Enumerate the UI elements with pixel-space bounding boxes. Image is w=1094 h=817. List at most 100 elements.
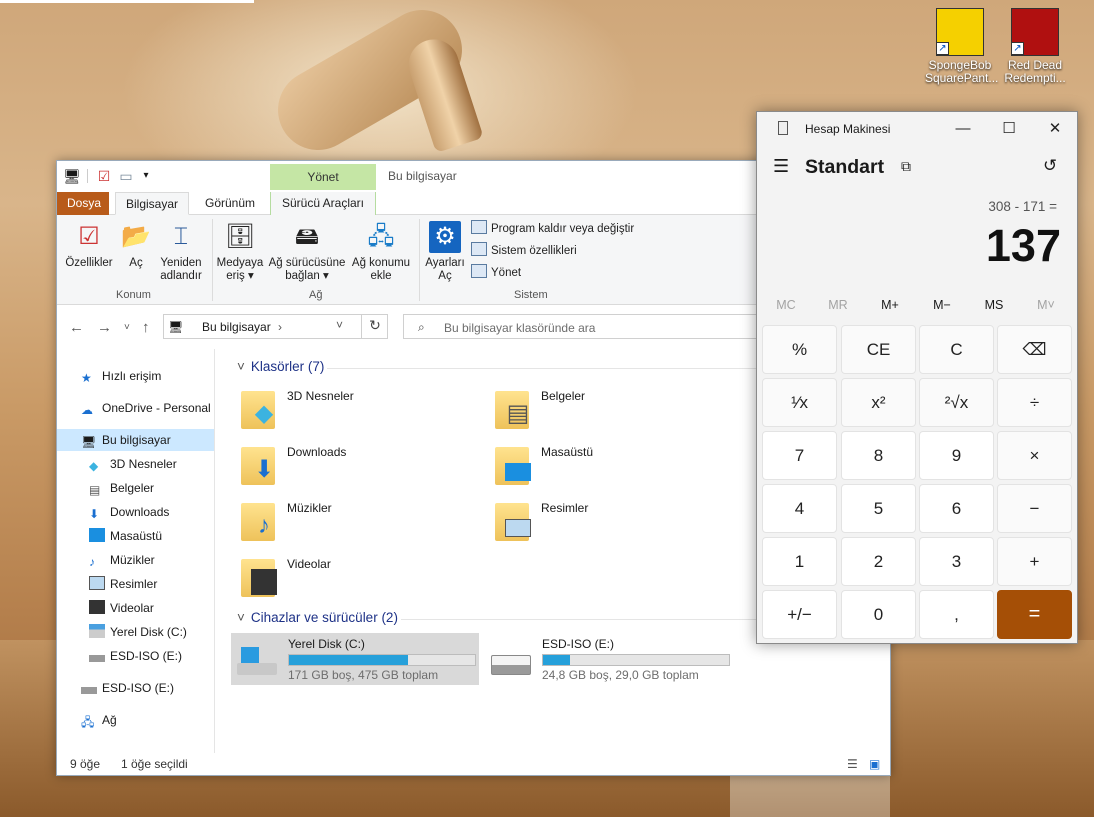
nav-esd-iso-child[interactable]: ESD-ISO (E:): [89, 645, 182, 667]
tab-bilgisayar[interactable]: Bilgisayar: [115, 192, 190, 215]
close-icon[interactable]: ✕: [1035, 118, 1075, 140]
memory-button-2[interactable]: M+: [864, 298, 916, 312]
cube-icon: ◆: [89, 459, 99, 473]
refresh-icon[interactable]: ↻: [361, 314, 388, 339]
calc-key-r3-c2[interactable]: 6: [919, 484, 994, 533]
nav-label: Bu bilgisayar: [102, 433, 171, 447]
calc-key-r1-c3[interactable]: ÷: [997, 378, 1072, 427]
drive-body: [237, 663, 277, 675]
memory-button-4[interactable]: MS: [968, 298, 1020, 312]
nav-this-pc[interactable]: 🖥 Bu bilgisayar: [57, 429, 214, 451]
nav-label: Belgeler: [110, 481, 155, 495]
calc-key-r4-c1[interactable]: 2: [841, 537, 916, 586]
manage-label: Yönet: [491, 267, 522, 279]
nav-music[interactable]: ♪ Müzikler: [89, 549, 155, 571]
calc-key-r1-c1[interactable]: x²: [841, 378, 916, 427]
group-separator: [212, 219, 213, 301]
media-access-button[interactable]: 🗄 Medyaya eriş ▾: [215, 221, 265, 283]
calc-key-r4-c3[interactable]: +: [997, 537, 1072, 586]
properties-check-icon[interactable]: ☑: [95, 167, 113, 185]
map-drive-button[interactable]: 🖴 Ağ sürücüsüne bağlan ▾: [267, 221, 347, 283]
add-network-location-button[interactable]: 🖧 Ağ konumu ekle: [349, 221, 413, 283]
folder-3d-objects[interactable]: ◆ 3D Nesneler: [241, 387, 471, 437]
calc-key-r2-c0[interactable]: 7: [762, 431, 837, 480]
forward-arrow-icon[interactable]: →: [97, 319, 112, 336]
calc-key-r5-c1[interactable]: 0: [841, 590, 916, 639]
calc-key-r3-c0[interactable]: 4: [762, 484, 837, 533]
tab-gorunum[interactable]: Görünüm: [195, 192, 265, 215]
back-arrow-icon[interactable]: ←: [69, 319, 84, 336]
system-properties-button[interactable]: Sistem özellikleri: [471, 241, 577, 261]
calc-key-r0-c2[interactable]: C: [919, 325, 994, 374]
nav-desktop[interactable]: Masaüstü: [89, 525, 162, 547]
system-properties-icon: [471, 242, 487, 256]
desktop-icon-spongebob[interactable]: ↗ SpongeBob SquarePant...: [925, 8, 998, 85]
folder-downloads[interactable]: ⬇ Downloads: [241, 443, 471, 493]
nav-onedrive[interactable]: ☁ OneDrive - Personal: [81, 397, 211, 419]
nav-documents[interactable]: ▤ Belgeler: [89, 477, 154, 499]
calc-key-r1-c0[interactable]: ¹⁄x: [762, 378, 837, 427]
memory-button-3[interactable]: M−: [916, 298, 968, 312]
uninstall-program-button[interactable]: Program kaldır veya değiştir: [471, 219, 634, 239]
maximize-icon[interactable]: ☐: [989, 118, 1029, 140]
drive-esd-iso-e[interactable]: ESD-ISO (E:) 24,8 GB boş, 29,0 GB toplam: [485, 633, 733, 685]
calc-key-r0-c0[interactable]: %: [762, 325, 837, 374]
open-settings-button[interactable]: ⚙ Ayarları Aç: [423, 221, 467, 283]
calc-key-r5-c3[interactable]: =: [997, 590, 1072, 639]
calc-key-r0-c3[interactable]: ⌫: [997, 325, 1072, 374]
nav-downloads[interactable]: ⬇ Downloads: [89, 501, 169, 523]
search-input[interactable]: ⌕ Bu bilgisayar klasöründe ara: [403, 314, 763, 339]
devices-section-header[interactable]: ˅ Cihazlar ve sürücüler (2): [237, 610, 398, 625]
folder-pictures[interactable]: Resimler: [495, 499, 725, 549]
nav-pictures[interactable]: Resimler: [89, 573, 157, 595]
minimize-icon[interactable]: —: [943, 118, 983, 140]
history-icon[interactable]: ↺: [1043, 156, 1057, 176]
nav-videos[interactable]: Videolar: [89, 597, 154, 619]
calc-key-r2-c1[interactable]: 8: [841, 431, 916, 480]
open-button[interactable]: 📂 Aç: [119, 221, 153, 270]
calc-key-r2-c2[interactable]: 9: [919, 431, 994, 480]
desktop-icon-red-dead[interactable]: ↗ Red Dead Redempti...: [1000, 8, 1070, 85]
large-icons-view-icon[interactable]: ▣: [869, 753, 880, 775]
calc-key-r1-c2[interactable]: ²√x: [919, 378, 994, 427]
calc-key-r0-c1[interactable]: CE: [841, 325, 916, 374]
memory-button-1[interactable]: MR: [812, 298, 864, 312]
tab-dosya[interactable]: Dosya: [57, 192, 109, 215]
folder-music[interactable]: ♪ Müzikler: [241, 499, 471, 549]
drive-icon: [89, 648, 105, 662]
folder-documents[interactable]: ▤ Belgeler: [495, 387, 725, 437]
address-box[interactable]: 🖥 Bu bilgisayar › ˅: [163, 314, 388, 339]
folder-videos[interactable]: Videolar: [241, 555, 471, 605]
calc-key-r5-c0[interactable]: +/−: [762, 590, 837, 639]
qa-dropdown-icon[interactable]: ▾: [137, 167, 155, 185]
nav-network[interactable]: 🖧 Ağ: [81, 709, 117, 731]
nav-esd-iso[interactable]: ESD-ISO (E:): [81, 677, 174, 699]
folder-desktop[interactable]: Masaüstü: [495, 443, 725, 493]
address-dropdown-icon[interactable]: ˅: [336, 318, 343, 332]
calc-key-r3-c1[interactable]: 5: [841, 484, 916, 533]
calc-key-r5-c2[interactable]: ,: [919, 590, 994, 639]
tab-surucu-araclari[interactable]: Sürücü Araçları: [270, 192, 376, 215]
hamburger-menu-icon[interactable]: ☰: [773, 156, 789, 177]
calc-key-r3-c3[interactable]: −: [997, 484, 1072, 533]
keep-on-top-icon[interactable]: ⧉: [901, 158, 911, 175]
manage-button[interactable]: Yönet: [471, 263, 521, 283]
drive-local-disk-c[interactable]: Yerel Disk (C:) 171 GB boş, 475 GB topla…: [231, 633, 479, 685]
folders-section-header[interactable]: ˅ Klasörler (7): [237, 359, 324, 374]
rename-button[interactable]: ⌶ Yeniden adlandır: [155, 221, 207, 283]
calc-key-r4-c0[interactable]: 1: [762, 537, 837, 586]
computer-icon[interactable]: 🖥: [63, 167, 81, 185]
properties-button[interactable]: ☑ Özellikler: [63, 221, 115, 270]
calc-key-r4-c2[interactable]: 3: [919, 537, 994, 586]
memory-button-0[interactable]: MC: [760, 298, 812, 312]
nav-local-disk-c[interactable]: Yerel Disk (C:): [89, 621, 187, 643]
details-view-icon[interactable]: ☰: [847, 753, 858, 775]
recent-dropdown-icon[interactable]: ˅: [124, 322, 130, 333]
up-arrow-icon[interactable]: ↑: [142, 319, 150, 336]
nav-3d-objects[interactable]: ◆ 3D Nesneler: [89, 453, 177, 475]
new-folder-icon[interactable]: ▭: [117, 167, 135, 185]
memory-button-5[interactable]: M˅: [1020, 298, 1072, 312]
nav-quick-access[interactable]: ★ Hızlı erişim: [81, 365, 161, 387]
navigation-pane: ★ Hızlı erişim ☁ OneDrive - Personal 🖥 Bu b…: [57, 349, 215, 753]
calc-key-r2-c3[interactable]: ×: [997, 431, 1072, 480]
